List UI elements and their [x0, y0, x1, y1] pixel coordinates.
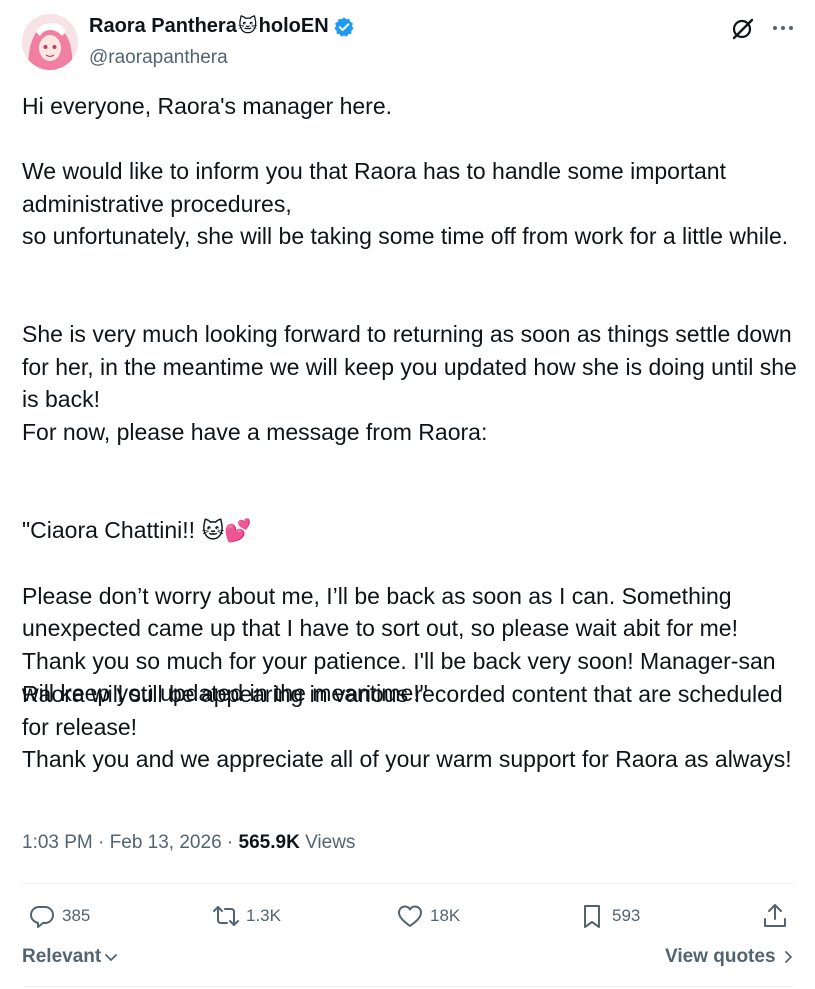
- tweet-paragraph-3: She is very much looking forward to retu…: [22, 321, 797, 445]
- share-button[interactable]: [761, 900, 795, 932]
- chevron-down-icon: [105, 954, 118, 961]
- display-name-part1: Raora Panthera: [89, 15, 237, 37]
- like-icon: [398, 905, 422, 927]
- reply-count: 385: [62, 906, 91, 925]
- tweet-time[interactable]: 1:03 PM: [22, 832, 93, 853]
- reply-icon: [30, 906, 54, 928]
- repost-icon: [213, 906, 239, 926]
- like-count: 18K: [430, 906, 461, 925]
- sort-replies-dropdown[interactable]: Relevant: [22, 946, 119, 968]
- tweet-paragraph-4: "Ciaora Chattini!! 🐱💕 Please don’t worry…: [22, 481, 802, 710]
- tweet-paragraph-1: Hi everyone, Raora's manager here.: [22, 93, 393, 119]
- cat-emoji: 🐱: [237, 16, 258, 37]
- meta-separator: ·: [221, 832, 239, 853]
- tweet-date[interactable]: Feb 13, 2026: [110, 832, 222, 853]
- tweet-paragraph-2: We would like to inform you that Raora h…: [22, 158, 789, 249]
- divider: [22, 986, 794, 987]
- tweet-paragraph-5: Raora will still be appearing in various…: [22, 681, 792, 772]
- bookmark-icon: [584, 905, 600, 928]
- more-icon[interactable]: [771, 18, 795, 38]
- divider: [22, 883, 794, 884]
- views-count: 565.9K: [238, 832, 300, 853]
- view-quotes-link[interactable]: View quotes: [665, 946, 796, 968]
- meta-separator: ·: [92, 832, 110, 853]
- cat-heart-emoji: 🐱💕: [201, 517, 252, 543]
- share-icon: [764, 904, 786, 927]
- handle[interactable]: @raorapanthera: [89, 47, 228, 69]
- avatar[interactable]: [22, 14, 78, 70]
- bookmark-button[interactable]: 593: [578, 900, 640, 932]
- display-name-part2: holoEN: [258, 15, 329, 37]
- message-greeting: "Ciaora Chattini!!: [22, 516, 202, 543]
- reply-button[interactable]: 385: [28, 900, 90, 932]
- bookmark-count: 593: [612, 906, 641, 925]
- sort-label: Relevant: [22, 946, 102, 967]
- like-button[interactable]: 18K: [396, 900, 460, 932]
- chevron-right-icon: [784, 951, 792, 963]
- repost-count: 1.3K: [246, 906, 281, 925]
- tweet-meta: 1:03 PM · Feb 13, 2026 · 565.9K Views: [22, 832, 355, 854]
- verified-icon: [333, 16, 355, 38]
- view-quotes-label: View quotes: [665, 946, 776, 967]
- repost-button[interactable]: 1.3K: [212, 900, 281, 932]
- display-name[interactable]: Raora Panthera 🐱 holoEN: [89, 15, 355, 38]
- views-label: Views: [299, 832, 356, 853]
- grok-icon[interactable]: [730, 16, 756, 42]
